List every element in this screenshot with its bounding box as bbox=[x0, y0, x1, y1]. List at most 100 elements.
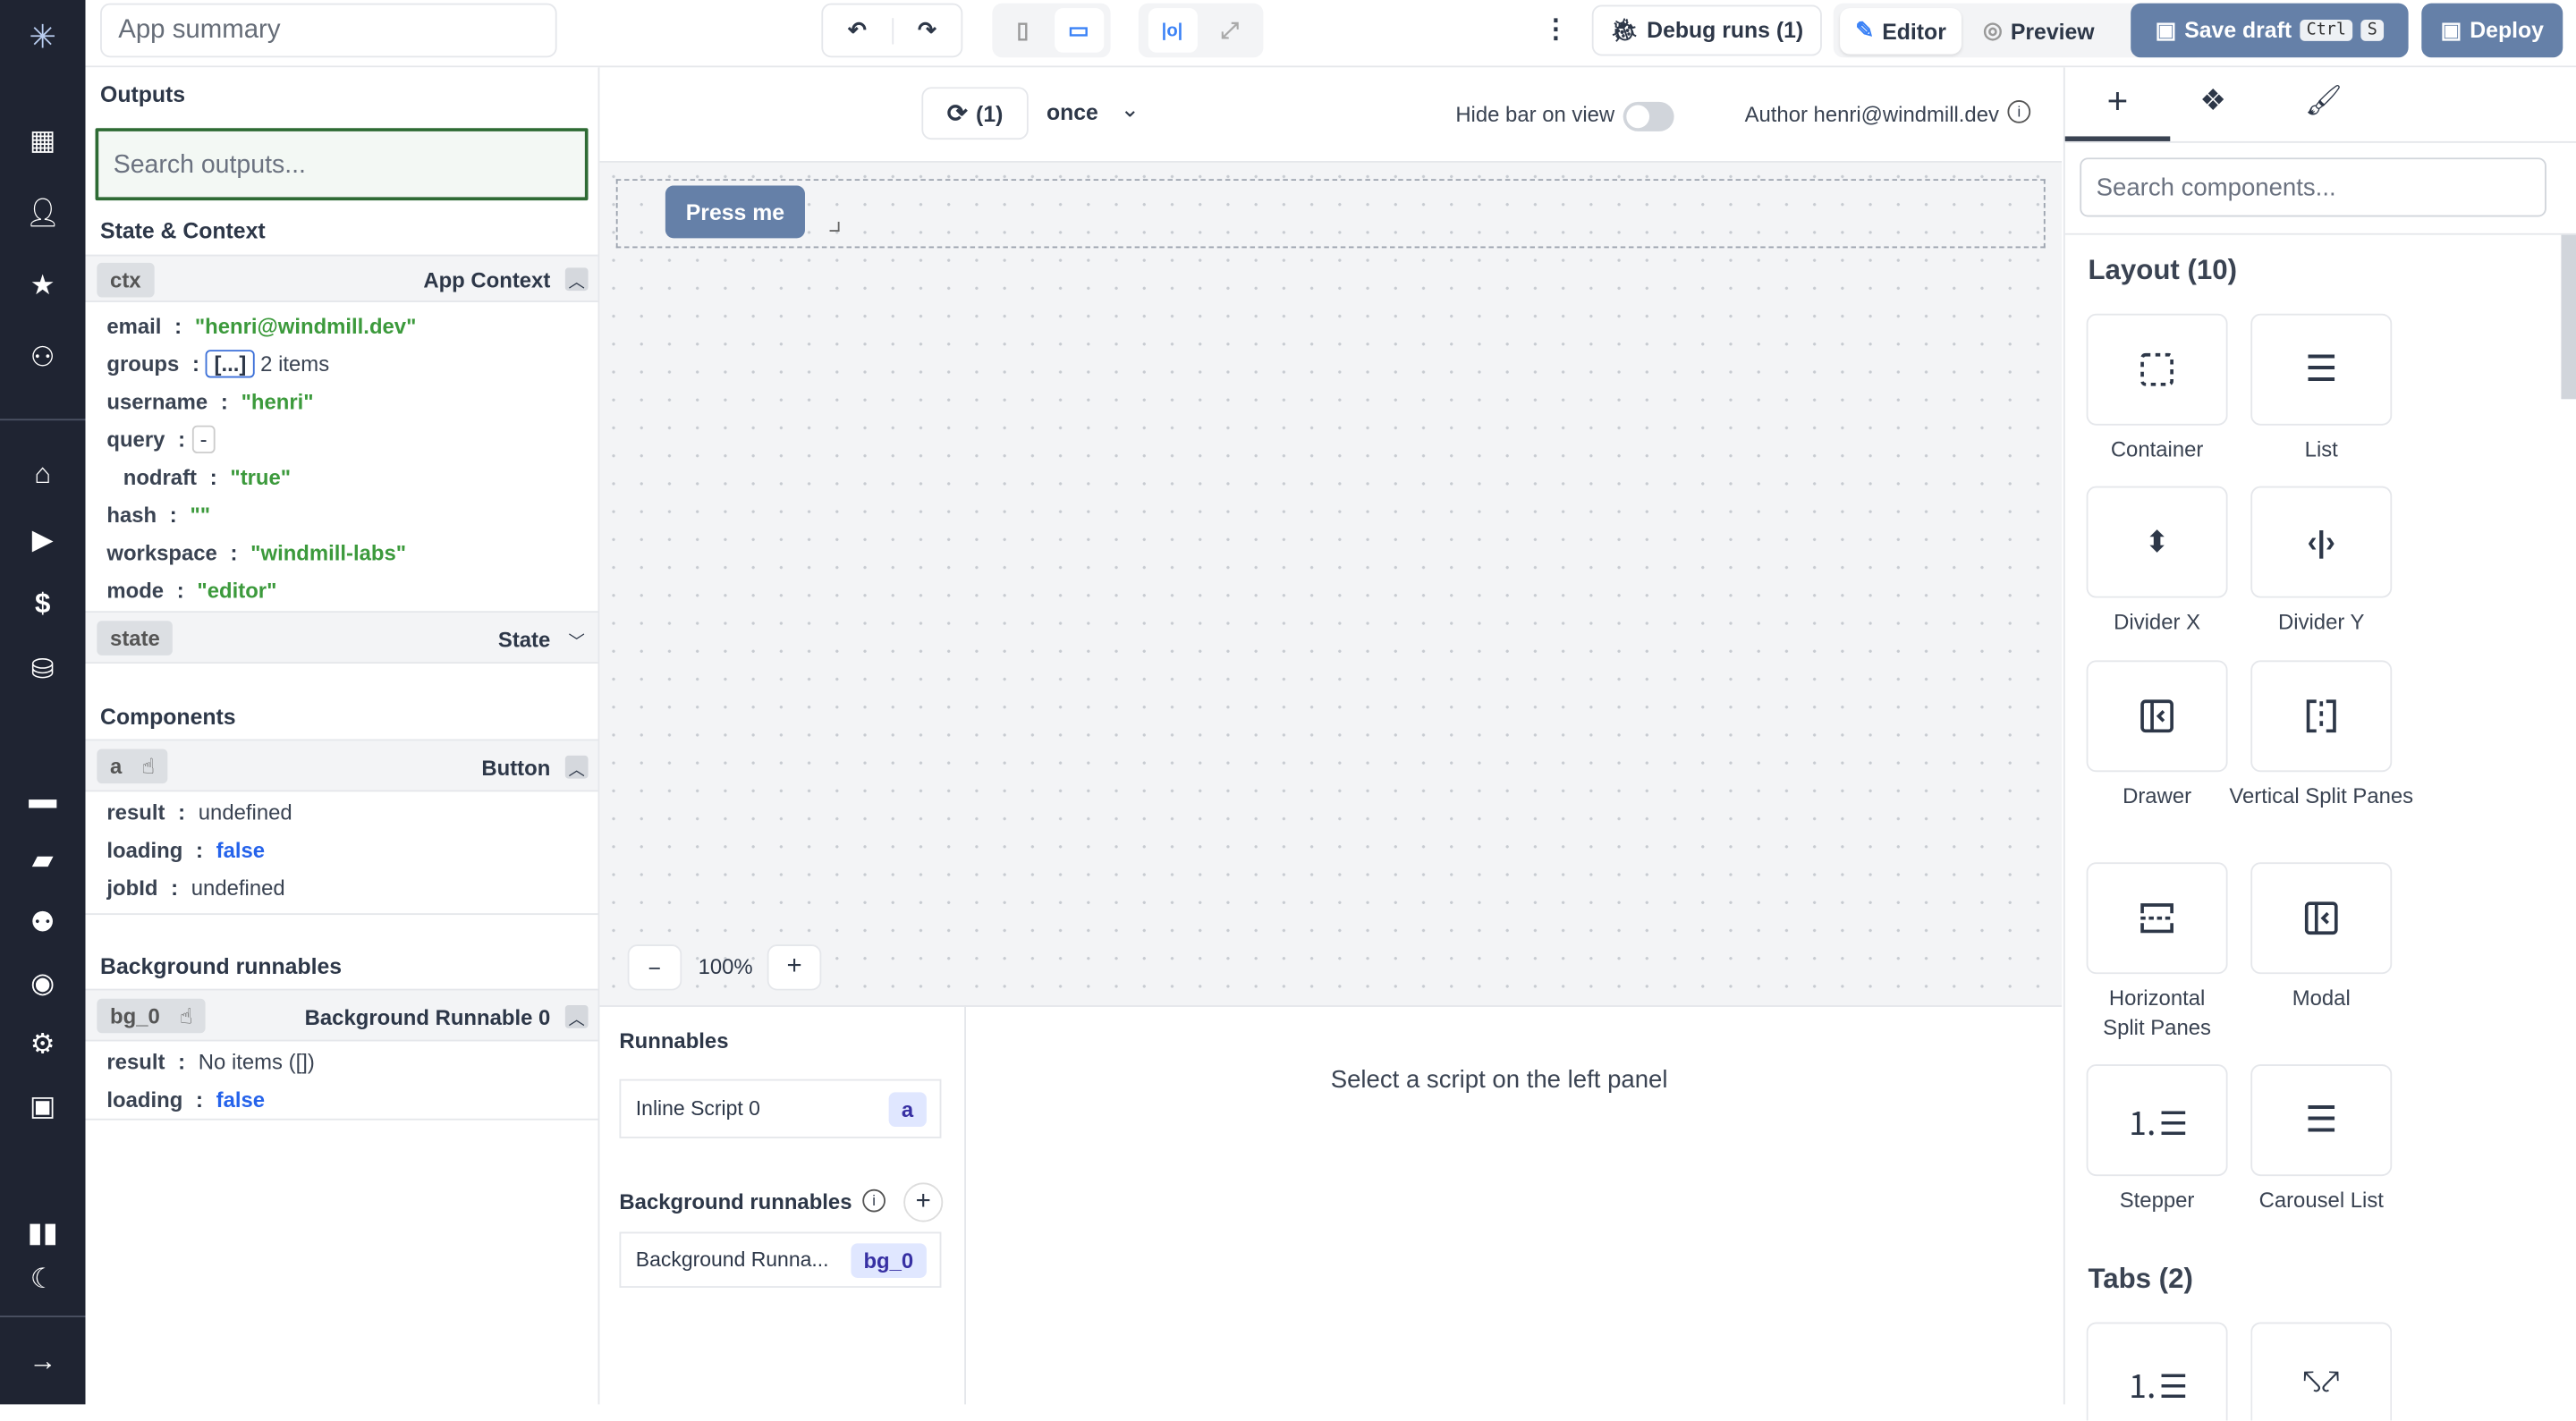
dollar-icon[interactable]: $ bbox=[23, 588, 63, 622]
bg-row-loading: loading: false bbox=[106, 1087, 266, 1112]
gear-icon[interactable]: ⚙ bbox=[23, 1028, 63, 1062]
component-card-divider-x[interactable]: ⬍ bbox=[2086, 486, 2228, 598]
component-card-modal[interactable] bbox=[2250, 862, 2393, 975]
building-icon[interactable]: ▦ bbox=[23, 125, 63, 158]
laptop-icon[interactable]: ▭ bbox=[1054, 8, 1104, 53]
runnable-item-inline-script-0[interactable]: Inline Script 0 a bbox=[619, 1078, 942, 1138]
preview-tab[interactable]: ◎ Preview bbox=[1971, 8, 2106, 54]
tab-theme-brush-icon[interactable]: 🖌︎ bbox=[2305, 84, 2343, 119]
chevron-down-icon[interactable]: ﹀ bbox=[565, 628, 589, 651]
debug-runs-button[interactable]: 🐞︎ Debug runs (1) bbox=[1591, 4, 1822, 56]
eye-icon[interactable]: ◉ bbox=[23, 968, 63, 1001]
component-card-conditional-tabs[interactable]: ⤣⤤ bbox=[2250, 1322, 2393, 1421]
pointer-hand-icon: ☝︎ bbox=[179, 1002, 193, 1028]
bg-0-tag: bg_0 ☝︎ bbox=[97, 998, 207, 1034]
run-mode-select[interactable]: once bbox=[1046, 100, 1098, 125]
mobile-icon[interactable]: ▯ bbox=[1000, 17, 1046, 43]
home-icon[interactable]: ⌂ bbox=[23, 458, 63, 491]
refresh-icon: ⟳ bbox=[946, 100, 968, 129]
runnables-title: Runnables bbox=[619, 1028, 729, 1053]
add-bg-runnable-button[interactable]: + bbox=[903, 1182, 944, 1222]
deploy-button[interactable]: ▣ Deploy bbox=[2421, 3, 2563, 58]
save-draft-label: Save draft bbox=[2184, 18, 2292, 43]
save-icon: ▣ bbox=[2440, 17, 2462, 42]
component-a-title: Button bbox=[481, 755, 551, 781]
search-components-input[interactable]: Search components... bbox=[2080, 157, 2546, 217]
bg-0-header[interactable]: bg_0 ☝︎ Background Runnable 0 ︿ bbox=[85, 988, 598, 1042]
component-card-vertical-split[interactable] bbox=[2250, 660, 2393, 773]
component-card-horizontal-split[interactable] bbox=[2086, 862, 2228, 975]
tab-insert-plus-icon[interactable]: + bbox=[2064, 67, 2171, 141]
press-me-button[interactable]: Press me bbox=[665, 185, 805, 239]
app-title-input[interactable]: App summary bbox=[100, 3, 557, 58]
ctx-row-groups: groups: [...] 2 items bbox=[106, 350, 330, 378]
component-card-stepper[interactable]: ⒈☰ bbox=[2086, 1064, 2228, 1177]
save-draft-button[interactable]: ▣ Save draft Ctrl S bbox=[2131, 3, 2409, 58]
ctx-row-username: username: "henri" bbox=[106, 389, 314, 414]
arrow-right-icon[interactable]: → bbox=[23, 1345, 63, 1378]
hide-bar-toggle[interactable] bbox=[1623, 101, 1674, 131]
component-a-header[interactable]: a ☝︎ Button ︿ bbox=[85, 739, 598, 792]
refresh-button[interactable]: ⟳ (1) bbox=[921, 87, 1029, 140]
redo-icon[interactable]: ↷ bbox=[893, 17, 961, 43]
scrollbar[interactable] bbox=[2561, 234, 2576, 400]
chevron-up-icon[interactable]: ︿ bbox=[564, 755, 589, 780]
ctx-tag: ctx bbox=[97, 262, 155, 298]
more-vertical-icon[interactable]: ⋮ bbox=[1543, 13, 1569, 47]
bug-icon: 🐞︎ bbox=[1610, 17, 1639, 42]
search-components-placeholder: Search components... bbox=[2096, 173, 2336, 202]
component-card-list[interactable]: ☰ bbox=[2250, 313, 2393, 426]
state-header[interactable]: state State ﹀ bbox=[85, 611, 598, 664]
info-icon[interactable]: i bbox=[862, 1188, 886, 1213]
cubes-icon[interactable]: ⛁ bbox=[23, 654, 63, 687]
components-title: Components bbox=[100, 704, 236, 730]
star-icon[interactable]: ★ bbox=[23, 269, 63, 302]
chevron-down-icon[interactable]: ⌄ bbox=[1121, 96, 1140, 123]
undo-icon[interactable]: ↶ bbox=[823, 17, 894, 44]
divider bbox=[0, 1315, 86, 1318]
users-cog-icon[interactable]: ⚉ bbox=[23, 907, 63, 940]
play-icon[interactable]: ▶ bbox=[23, 524, 63, 557]
groups-expand-button[interactable]: [...] bbox=[206, 350, 255, 378]
topbar: App summary ↶ ↷ ▯ ▭ |o| ⤢ ⋮ 🐞︎ Debug runs (1… bbox=[85, 0, 2576, 68]
divider bbox=[85, 1118, 598, 1121]
fixed-width-icon[interactable]: |o| bbox=[1147, 8, 1198, 53]
calendar-icon[interactable]: ▬ bbox=[23, 783, 63, 816]
expand-icon[interactable]: ⤢ bbox=[1205, 17, 1254, 43]
zoom-out-button[interactable]: − bbox=[627, 944, 682, 991]
component-card-carousel-list[interactable]: ☰ bbox=[2250, 1064, 2393, 1177]
runnable-item-bg-0[interactable]: Background Runna... bg_0 bbox=[619, 1231, 942, 1288]
chevron-up-icon[interactable]: ︿ bbox=[564, 1005, 589, 1029]
component-card-divider-y[interactable]: ‹|› bbox=[2250, 486, 2393, 598]
users-icon[interactable]: ⚇ bbox=[23, 342, 63, 375]
ctx-row-nodraft: nodraft: "true" bbox=[123, 464, 292, 490]
chevron-up-icon[interactable]: ︿ bbox=[564, 267, 589, 292]
component-card-container[interactable] bbox=[2086, 313, 2228, 426]
author-label: Author henri@windmill.dev bbox=[1744, 101, 1999, 127]
query-collapse-button[interactable]: - bbox=[191, 425, 216, 453]
book-icon[interactable]: ▮▮ bbox=[23, 1217, 63, 1250]
search-outputs-input[interactable]: Search outputs... bbox=[95, 128, 589, 201]
divider-x-icon: ⬍ bbox=[2144, 524, 2170, 558]
ctx-row-hash: hash: "" bbox=[106, 503, 211, 528]
ctx-row-workspace: workspace: "windmill-labs" bbox=[106, 540, 407, 565]
bg-runnables-title: Background runnables bbox=[619, 1188, 852, 1214]
folder-open-icon[interactable]: ▰ bbox=[23, 844, 63, 877]
modal-icon bbox=[2304, 901, 2338, 935]
windmill-logo-icon[interactable]: ✳ bbox=[23, 19, 63, 55]
component-a-tag: a ☝︎ bbox=[97, 749, 168, 784]
component-card-drawer[interactable] bbox=[2086, 660, 2228, 773]
editor-tab[interactable]: ✎ Editor bbox=[1840, 8, 1962, 55]
moon-icon[interactable]: ☾ bbox=[23, 1263, 63, 1296]
component-card-tabs[interactable]: ⒈☰ bbox=[2086, 1322, 2228, 1421]
app-canvas[interactable]: Press me − 100% + bbox=[599, 160, 2063, 1007]
resize-handle[interactable] bbox=[829, 221, 840, 232]
robot-icon[interactable]: ▣ bbox=[23, 1091, 63, 1124]
ctx-header[interactable]: ctx App Context ︿ bbox=[85, 254, 598, 302]
user-icon[interactable]: 👤︎ bbox=[23, 197, 63, 230]
tab-components-icon[interactable]: ❖ bbox=[2199, 84, 2226, 119]
zoom-in-button[interactable]: + bbox=[767, 944, 822, 991]
width-toggle: |o| ⤢ bbox=[1138, 3, 1264, 58]
info-icon[interactable]: i bbox=[2007, 100, 2031, 123]
runnable-name: Inline Script 0 bbox=[635, 1096, 760, 1121]
